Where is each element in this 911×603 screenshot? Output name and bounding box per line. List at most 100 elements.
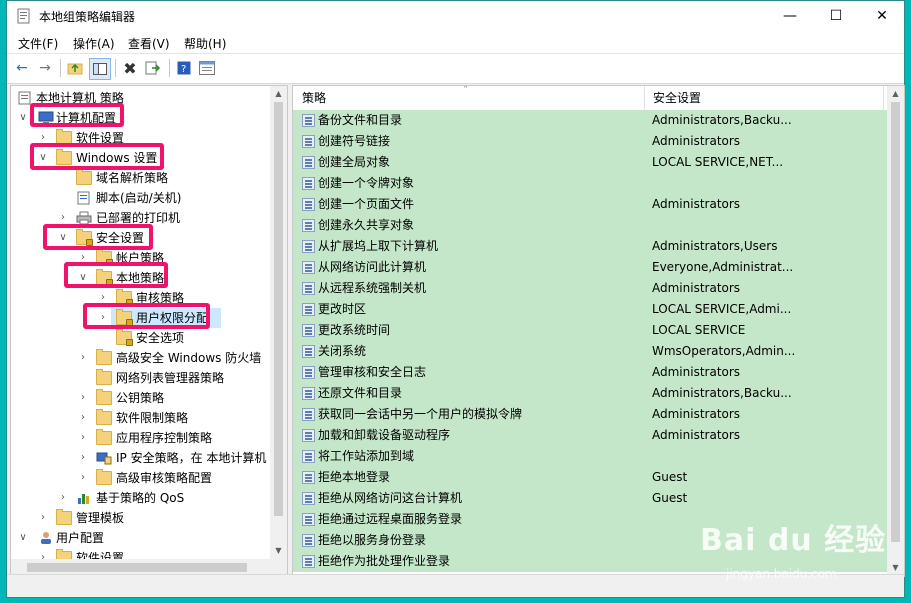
- scrollbar-thumb[interactable]: [891, 102, 900, 542]
- policy-row[interactable]: 从扩展坞上取下计算机 Administrators,Users: [293, 236, 887, 257]
- folder-icon: [96, 429, 112, 445]
- folder-icon: [56, 509, 72, 525]
- policy-name: 拒绝本地登录: [318, 470, 391, 484]
- column-header-policy[interactable]: 策略: [294, 86, 326, 110]
- folder-icon: [96, 369, 112, 385]
- policy-row[interactable]: 创建全局对象 LOCAL SERVICE,NET...: [293, 152, 887, 173]
- tree-item-network-list-manager[interactable]: 网络列表管理器策略: [11, 368, 271, 388]
- policy-name: 更改系统时间: [318, 323, 391, 337]
- policy-name: 拒绝作为批处理作业登录: [318, 554, 451, 568]
- policy-row[interactable]: 管理审核和安全日志 Administrators: [293, 362, 887, 383]
- policy-row[interactable]: 从远程系统强制关机 Administrators: [293, 278, 887, 299]
- scrollbar-thumb[interactable]: [274, 102, 283, 516]
- scroll-up-icon[interactable]: ▲: [270, 86, 287, 102]
- policy-name: 加载和卸载设备驱动程序: [318, 428, 451, 442]
- policy-security-setting: Administrators: [652, 365, 741, 379]
- menu-action[interactable]: 操作(A): [73, 35, 115, 52]
- policy-security-setting: Everyone,Administrat...: [652, 260, 794, 274]
- ip-security-icon: [96, 452, 112, 465]
- tree-item-name-resolution-policy[interactable]: 域名解析策略: [11, 168, 271, 188]
- back-arrow-icon[interactable]: ←: [12, 58, 32, 78]
- export-list-icon[interactable]: [143, 58, 163, 78]
- policy-name: 创建符号链接: [318, 134, 391, 148]
- chevron-right-icon[interactable]: ›: [37, 508, 49, 528]
- policy-row[interactable]: 拒绝本地登录 Guest: [293, 467, 887, 488]
- maximize-button[interactable]: ☐: [813, 1, 859, 31]
- policy-icon: [302, 303, 315, 316]
- menu-view[interactable]: 查看(V): [128, 35, 170, 52]
- menu-help[interactable]: 帮助(H): [184, 35, 226, 52]
- chevron-right-icon[interactable]: ›: [77, 408, 89, 428]
- policy-row[interactable]: 备份文件和目录 Administrators,Backu...: [293, 110, 887, 131]
- policy-row[interactable]: 创建一个令牌对象: [293, 173, 887, 194]
- help-icon[interactable]: ?: [174, 58, 194, 78]
- folder-icon: [96, 349, 112, 365]
- policy-icon: [302, 534, 315, 547]
- policy-row[interactable]: 关闭系统 WmsOperators,Admin...: [293, 341, 887, 362]
- toolbar: ← → ✖ ?: [7, 54, 904, 84]
- chevron-down-icon[interactable]: ∨: [17, 528, 29, 548]
- tree-item-advanced-firewall[interactable]: › 高级安全 Windows 防火墙: [11, 348, 271, 368]
- scroll-down-icon[interactable]: ▼: [270, 543, 287, 559]
- policy-icon: [302, 450, 315, 463]
- policy-row[interactable]: 将工作站添加到域: [293, 446, 887, 467]
- policy-icon: [302, 156, 315, 169]
- policy-row[interactable]: 更改时区 LOCAL SERVICE,Admi...: [293, 299, 887, 320]
- properties-icon[interactable]: [197, 58, 217, 78]
- policy-name: 获取同一会话中另一个用户的模拟令牌: [318, 407, 523, 421]
- tree-item-public-key-policies[interactable]: › 公钥策略: [11, 388, 271, 408]
- list-vertical-scrollbar[interactable]: ▲ ▼: [887, 86, 904, 576]
- tree-vertical-scrollbar[interactable]: ▲ ▼: [270, 86, 287, 576]
- policy-name: 从网络访问此计算机: [318, 260, 427, 274]
- tree-item-user-config[interactable]: ∨ 用户配置: [11, 528, 271, 548]
- policy-row[interactable]: 创建符号链接 Administrators: [293, 131, 887, 152]
- tree-item-advanced-audit[interactable]: › 高级审核策略配置: [11, 468, 271, 488]
- policy-security-setting: Administrators: [652, 134, 741, 148]
- delete-icon[interactable]: ✖: [120, 58, 140, 78]
- chevron-right-icon[interactable]: ›: [77, 428, 89, 448]
- chevron-right-icon[interactable]: ›: [77, 468, 89, 488]
- policy-row[interactable]: 获取同一会话中另一个用户的模拟令牌 Administrators: [293, 404, 887, 425]
- policy-row[interactable]: 更改系统时间 LOCAL SERVICE: [293, 320, 887, 341]
- policy-security-setting: Administrators,Backu...: [652, 386, 792, 400]
- minimize-button[interactable]: —: [767, 1, 813, 31]
- tree-item-security-options[interactable]: 安全选项: [11, 328, 271, 348]
- policy-name: 关闭系统: [318, 344, 367, 358]
- close-button[interactable]: ✕: [859, 1, 905, 31]
- tree-item-policy-qos[interactable]: › 基于策略的 QoS: [11, 488, 271, 508]
- policy-security-setting: LOCAL SERVICE,NET...: [652, 155, 784, 169]
- folder-icon: [96, 469, 112, 485]
- tree-item-scripts[interactable]: 脚本(启动/关机): [11, 188, 271, 208]
- scroll-up-icon[interactable]: ▲: [887, 86, 904, 102]
- policy-rows: 备份文件和目录 Administrators,Backu... 创建符号链接 Admi…: [293, 110, 887, 576]
- scrollbar-thumb[interactable]: [27, 563, 247, 572]
- chevron-right-icon[interactable]: ›: [77, 448, 89, 468]
- chevron-right-icon[interactable]: ›: [57, 488, 69, 508]
- policy-security-setting: Administrators: [652, 428, 741, 442]
- menu-file[interactable]: 文件(F): [18, 35, 58, 52]
- policy-name: 创建一个令牌对象: [318, 176, 415, 190]
- tree-item-admin-templates[interactable]: › 管理模板: [11, 508, 271, 528]
- policy-name: 创建全局对象: [318, 155, 391, 169]
- policy-row[interactable]: 创建一个页面文件 Administrators: [293, 194, 887, 215]
- policy-name: 更改时区: [318, 302, 367, 316]
- up-folder-icon[interactable]: [65, 58, 85, 78]
- chevron-down-icon[interactable]: ∨: [17, 108, 29, 128]
- chevron-right-icon[interactable]: ›: [77, 348, 89, 368]
- policy-name: 创建永久共享对象: [318, 218, 415, 232]
- folder-icon: [76, 169, 92, 185]
- menu-bar: 文件(F) 操作(A) 查看(V) 帮助(H): [7, 31, 904, 54]
- policy-row[interactable]: 加载和卸载设备驱动程序 Administrators: [293, 425, 887, 446]
- policy-row[interactable]: 创建永久共享对象: [293, 215, 887, 236]
- policy-row[interactable]: 拒绝从网络访问这台计算机 Guest: [293, 488, 887, 509]
- tree-item-ip-security[interactable]: › IP 安全策略，在 本地计算机: [11, 448, 271, 468]
- tree-item-software-restriction[interactable]: › 软件限制策略: [11, 408, 271, 428]
- policy-row[interactable]: 从网络访问此计算机 Everyone,Administrat...: [293, 257, 887, 278]
- tree-item-app-control[interactable]: › 应用程序控制策略: [11, 428, 271, 448]
- policy-icon: [302, 513, 315, 526]
- chevron-right-icon[interactable]: ›: [77, 388, 89, 408]
- column-header-security[interactable]: 安全设置: [645, 86, 701, 110]
- policy-row[interactable]: 还原文件和目录 Administrators,Backu...: [293, 383, 887, 404]
- forward-arrow-icon[interactable]: →: [35, 58, 55, 78]
- show-hide-tree-icon[interactable]: [89, 58, 111, 80]
